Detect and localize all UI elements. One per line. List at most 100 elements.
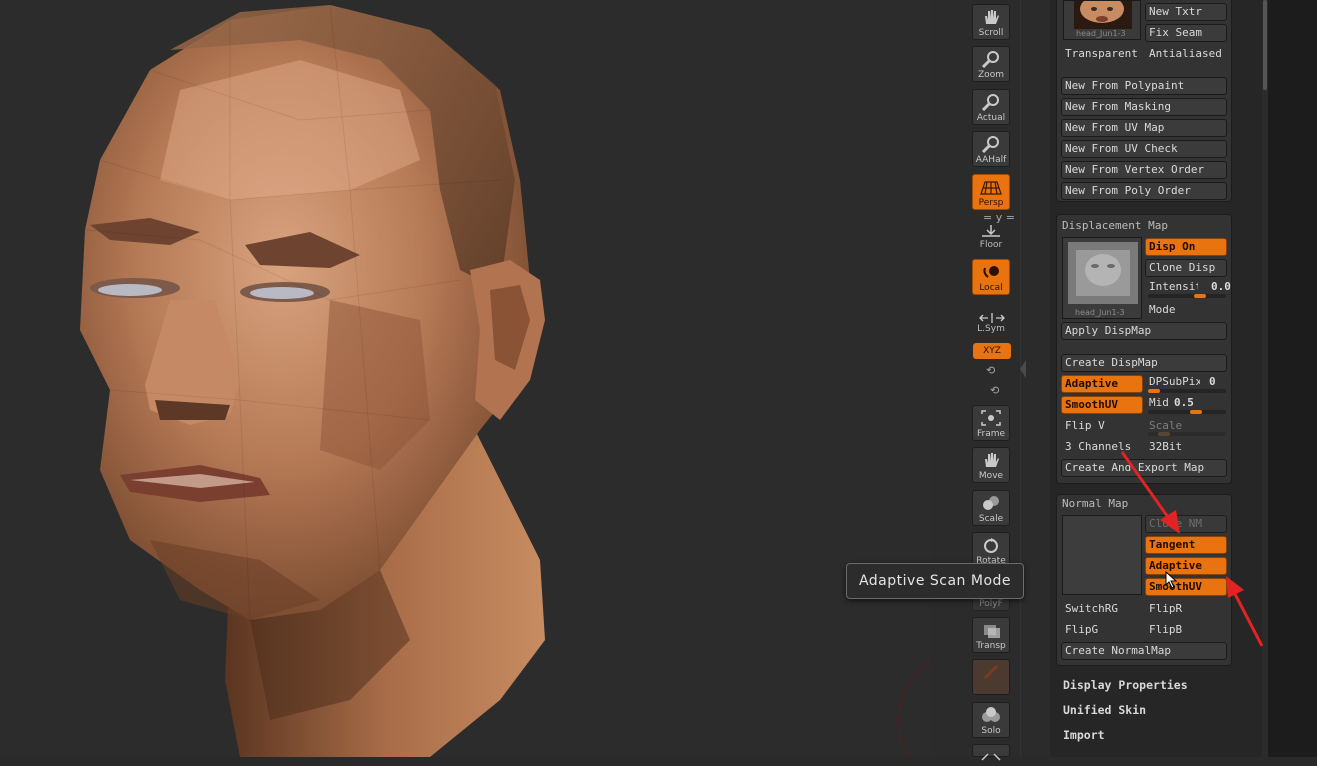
flipb-toggle[interactable]: FlipB bbox=[1145, 621, 1227, 639]
floor-axis-icon: = y = bbox=[983, 211, 1015, 224]
viewport-canvas[interactable] bbox=[0, 0, 930, 757]
apply-dispmap-button[interactable]: Apply DispMap bbox=[1061, 322, 1227, 340]
move-label: Move bbox=[978, 471, 1004, 481]
xyz-button[interactable]: XYZ bbox=[973, 343, 1011, 359]
switchrg-toggle[interactable]: SwitchRG bbox=[1061, 600, 1143, 618]
intensity-slider[interactable] bbox=[1148, 294, 1226, 298]
magnifier-aahalf-icon bbox=[981, 136, 999, 153]
transp-label: Transp bbox=[976, 641, 1006, 651]
texture-face-preview bbox=[1074, 0, 1132, 29]
local-button[interactable]: Local bbox=[972, 259, 1010, 295]
new-from-polypaint-button[interactable]: New From Polypaint bbox=[1061, 77, 1227, 95]
solo-button[interactable]: Solo bbox=[972, 702, 1010, 738]
transparent-toggle[interactable]: Transparent bbox=[1061, 45, 1143, 63]
scale-icon bbox=[983, 496, 999, 510]
actual-label: Actual bbox=[976, 113, 1006, 123]
nm-adaptive-toggle[interactable]: Adaptive bbox=[1145, 557, 1227, 575]
frame-label: Frame bbox=[976, 429, 1006, 439]
magnifier-actual-icon bbox=[981, 94, 999, 111]
transparency-icon bbox=[984, 625, 1000, 638]
frame-button[interactable]: Frame bbox=[972, 405, 1010, 441]
actual-button[interactable]: Actual bbox=[972, 89, 1010, 125]
local-label: Local bbox=[979, 283, 1003, 293]
disp-smoothuv-toggle[interactable]: SmoothUV bbox=[1061, 396, 1143, 414]
flipg-toggle[interactable]: FlipG bbox=[1061, 621, 1143, 639]
annotation-arrow-adaptive-icon bbox=[1226, 576, 1264, 647]
lsym-label[interactable]: L.Sym bbox=[972, 324, 1010, 334]
scale-slider-knob[interactable] bbox=[1158, 432, 1170, 436]
scrollbar-thumb[interactable] bbox=[1263, 0, 1267, 90]
import-item[interactable]: Import bbox=[1063, 728, 1105, 742]
scale-slider[interactable] bbox=[1148, 432, 1226, 436]
aahalf-label: AAHalf bbox=[975, 155, 1007, 165]
new-txtr-button[interactable]: New Txtr bbox=[1145, 3, 1227, 21]
brush-stroke-icon bbox=[983, 664, 999, 680]
nm-smoothuv-toggle[interactable]: SmoothUV bbox=[1145, 578, 1227, 596]
polyf-label: PolyF bbox=[979, 599, 1003, 609]
persp-button[interactable]: Persp bbox=[972, 174, 1010, 210]
mouse-cursor-icon bbox=[1165, 571, 1178, 589]
new-from-uv-check-button[interactable]: New From UV Check bbox=[1061, 140, 1227, 158]
scale-button[interactable]: Scale bbox=[972, 490, 1010, 526]
mode-toggle[interactable]: Mode bbox=[1145, 301, 1227, 319]
displacement-map-title[interactable]: Displacement Map bbox=[1062, 219, 1168, 232]
create-normalmap-button[interactable]: Create NormalMap bbox=[1061, 642, 1227, 660]
perspective-grid-icon bbox=[980, 181, 1002, 195]
flip-v-toggle[interactable]: Flip V bbox=[1061, 417, 1143, 435]
antialiased-toggle[interactable]: Antialiased bbox=[1145, 45, 1229, 63]
zoom-button[interactable]: Zoom bbox=[972, 46, 1010, 82]
display-properties-item[interactable]: Display Properties bbox=[1063, 678, 1188, 692]
displacement-thumb-caption: head_Jun1-3 bbox=[1075, 308, 1125, 317]
persp-label: Persp bbox=[978, 198, 1004, 208]
floor-label[interactable]: Floor bbox=[972, 240, 1010, 250]
hand-scroll-icon bbox=[985, 10, 999, 24]
new-from-masking-button[interactable]: New From Masking bbox=[1061, 98, 1227, 116]
rotate-z-icon[interactable]: ⟲ bbox=[990, 384, 999, 397]
new-from-vertex-order-button[interactable]: New From Vertex Order bbox=[1061, 161, 1227, 179]
flipr-toggle[interactable]: FlipR bbox=[1145, 600, 1227, 618]
new-from-uv-map-button[interactable]: New From UV Map bbox=[1061, 119, 1227, 137]
annotation-arrow-tangent-icon bbox=[1120, 451, 1180, 534]
intensity-slider-knob[interactable] bbox=[1194, 294, 1206, 298]
mid-slider-knob[interactable] bbox=[1190, 410, 1202, 414]
window-edge bbox=[1268, 0, 1317, 757]
dpsubpix-slider-knob[interactable] bbox=[1148, 389, 1160, 393]
shelf-collapse-arrow-icon[interactable] bbox=[1018, 356, 1028, 382]
frame-icon bbox=[981, 410, 1001, 426]
clone-disp-button[interactable]: Clone Disp bbox=[1145, 259, 1227, 277]
aahalf-button[interactable]: AAHalf bbox=[972, 131, 1010, 167]
scroll-button[interactable]: Scroll bbox=[972, 4, 1010, 40]
move-button[interactable]: Move bbox=[972, 447, 1010, 483]
solo-spheres-icon bbox=[982, 707, 1000, 722]
displacement-preview bbox=[1068, 242, 1138, 304]
displacement-thumbnail[interactable]: head_Jun1-3 bbox=[1062, 237, 1142, 319]
lsym-icon bbox=[979, 313, 1005, 323]
head-model[interactable] bbox=[0, 0, 930, 757]
rotate-icon bbox=[984, 538, 998, 553]
dpsubpix-slider[interactable] bbox=[1148, 389, 1226, 393]
texture-thumbnail[interactable]: head_Jun1-3 bbox=[1063, 0, 1141, 40]
scale-label: Scale bbox=[978, 514, 1004, 524]
magnifier-zoom-icon bbox=[981, 51, 999, 68]
disp-adaptive-toggle[interactable]: Adaptive bbox=[1061, 375, 1143, 393]
solo-label: Solo bbox=[981, 726, 1001, 736]
expand-icon bbox=[981, 753, 1001, 761]
transp-button[interactable]: Transp bbox=[972, 617, 1010, 653]
unified-skin-item[interactable]: Unified Skin bbox=[1063, 703, 1146, 717]
create-dispmap-button[interactable]: Create DispMap bbox=[1061, 354, 1227, 372]
floor-icon bbox=[982, 225, 1000, 237]
zoom-label: Zoom bbox=[978, 70, 1004, 80]
texture-thumb-caption: head_Jun1-3 bbox=[1076, 29, 1126, 38]
scroll-label: Scroll bbox=[978, 28, 1004, 38]
adaptive-scan-mode-tooltip: Adaptive Scan Mode bbox=[846, 563, 1024, 599]
new-from-poly-order-button[interactable]: New From Poly Order bbox=[1061, 182, 1227, 200]
disp-on-toggle[interactable]: Disp On bbox=[1145, 238, 1227, 256]
ghost-button[interactable] bbox=[972, 659, 1010, 695]
local-symmetry-icon bbox=[983, 266, 999, 278]
tangent-toggle[interactable]: Tangent bbox=[1145, 536, 1227, 554]
mid-slider[interactable] bbox=[1148, 410, 1226, 414]
xpose-button[interactable] bbox=[972, 744, 1010, 761]
rotate-y-icon[interactable]: ⟲ bbox=[986, 364, 995, 377]
hand-move-icon bbox=[985, 453, 999, 467]
fix-seam-button[interactable]: Fix Seam bbox=[1145, 24, 1227, 42]
